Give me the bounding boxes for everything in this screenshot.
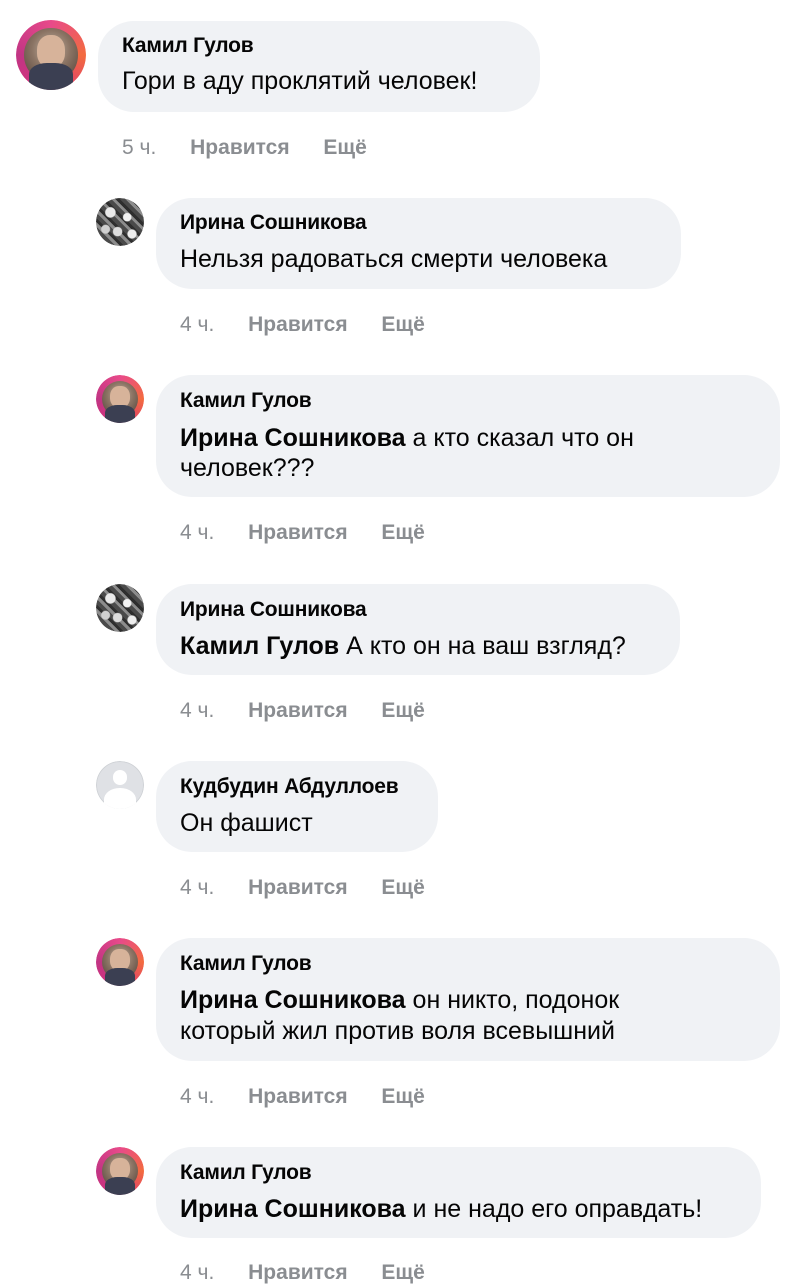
like-button[interactable]: Нравится (248, 521, 347, 544)
comment-time[interactable]: 4 ч. (180, 1261, 214, 1284)
more-button[interactable]: Ещё (381, 1085, 424, 1108)
avatar[interactable] (96, 584, 144, 632)
comment-author[interactable]: Кудбудин Абдуллоев (180, 775, 399, 799)
comment-actions: 4 ч. Нравится Ещё (180, 1261, 425, 1285)
comment-text-body: он никто, подонок (405, 986, 620, 1014)
avatar[interactable] (96, 938, 144, 986)
comment-actions: 4 ч. Нравится Ещё (180, 521, 425, 545)
like-button[interactable]: Нравится (248, 1261, 347, 1284)
more-button[interactable]: Ещё (381, 313, 424, 336)
comment-author[interactable]: Камил Гулов (180, 389, 312, 413)
comment-text-body: и не надо его оправдать! (405, 1195, 703, 1223)
mention-link[interactable]: Ирина Сошникова (180, 1195, 406, 1223)
mention-link[interactable]: Ирина Сошникова (180, 424, 406, 452)
like-button[interactable]: Нравится (248, 876, 347, 899)
comment-time[interactable]: 5 ч. (122, 136, 156, 159)
comment-text-line2: человек??? (180, 454, 315, 482)
avatar[interactable] (96, 1147, 144, 1195)
comment-actions: 4 ч. Нравится Ещё (180, 313, 425, 337)
comment-text: Ирина Сошникова и не надо его оправдать! (180, 1194, 702, 1225)
comment-time[interactable]: 4 ч. (180, 313, 214, 336)
comment-text-line2: который жил против воля всевышний (180, 1017, 615, 1045)
comment-author[interactable]: Ирина Сошникова (180, 211, 367, 235)
comment-text: Ирина Сошникова он никто, подонок (180, 985, 619, 1016)
comment-author[interactable]: Ирина Сошникова (180, 598, 367, 622)
comment-actions: 5 ч. Нравится Ещё (122, 136, 367, 160)
comment-author[interactable]: Камил Гулов (180, 1161, 312, 1185)
like-button[interactable]: Нравится (248, 1085, 347, 1108)
comment-time[interactable]: 4 ч. (180, 876, 214, 899)
comment-text-body: А кто он на ваш взгляд? (339, 632, 626, 660)
avatar[interactable] (96, 375, 144, 423)
comment-author[interactable]: Камил Гулов (180, 952, 312, 976)
comment-text: Камил Гулов А кто он на ваш взгляд? (180, 631, 626, 662)
more-button[interactable]: Ещё (381, 1261, 424, 1284)
comment-time[interactable]: 4 ч. (180, 1085, 214, 1108)
mention-link[interactable]: Камил Гулов (180, 632, 339, 660)
comment-text: Гори в аду проклятий человек! (122, 67, 478, 95)
mention-link[interactable]: Ирина Сошникова (180, 986, 406, 1014)
like-button[interactable]: Нравится (248, 313, 347, 336)
more-button[interactable]: Ещё (381, 699, 424, 722)
more-button[interactable]: Ещё (381, 521, 424, 544)
comment-actions: 4 ч. Нравится Ещё (180, 876, 425, 900)
more-button[interactable]: Ещё (381, 876, 424, 899)
comment-actions: 4 ч. Нравится Ещё (180, 699, 425, 723)
avatar[interactable] (16, 20, 86, 90)
comment-text: Ирина Сошникова а кто сказал что он (180, 423, 634, 454)
like-button[interactable]: Нравится (248, 699, 347, 722)
comment-text-body: а кто сказал что он (405, 424, 634, 452)
comment-text: Нельзя радоваться смерти человека (180, 245, 608, 273)
like-button[interactable]: Нравится (190, 136, 289, 159)
avatar[interactable] (96, 198, 144, 246)
comment-author[interactable]: Камил Гулов (122, 34, 254, 58)
comment-time[interactable]: 4 ч. (180, 699, 214, 722)
comment-time[interactable]: 4 ч. (180, 521, 214, 544)
avatar[interactable] (96, 761, 144, 809)
comment-text: Он фашист (180, 809, 313, 837)
comment-actions: 4 ч. Нравится Ещё (180, 1085, 425, 1109)
more-button[interactable]: Ещё (323, 136, 366, 159)
